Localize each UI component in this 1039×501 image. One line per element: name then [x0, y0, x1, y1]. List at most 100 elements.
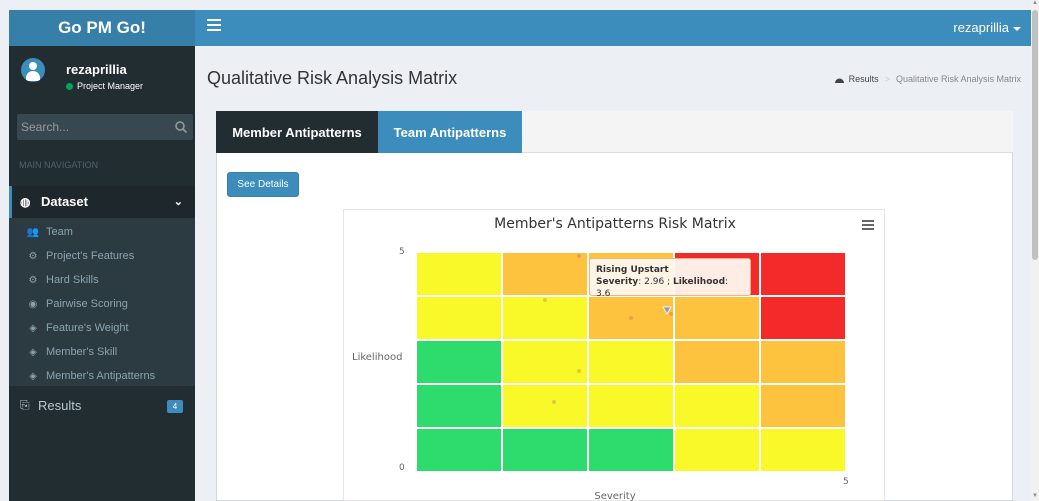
heatmap-cell	[761, 429, 845, 471]
heatmap-cell	[761, 297, 845, 339]
see-details-button[interactable]: See Details	[227, 172, 299, 197]
user-menu-name: rezaprillia	[953, 20, 1009, 35]
tooltip-likelihood-label: Likelihood	[672, 277, 726, 287]
heatmap-cell	[503, 385, 587, 427]
risk-point[interactable]	[629, 316, 633, 320]
heatmap-cell	[417, 253, 501, 295]
tab-member-antipatterns[interactable]: Member Antipatterns	[216, 111, 378, 153]
heatmap-cell	[761, 341, 845, 383]
top-navbar: rezaprillia	[195, 10, 1031, 46]
scroll-thumb[interactable]	[1032, 10, 1038, 260]
chart-context-menu-icon[interactable]	[862, 220, 874, 230]
cube-icon: ◈	[29, 346, 37, 358]
sidebar-item-label: Dataset	[41, 194, 88, 209]
x-axis-label: Severity	[594, 491, 636, 501]
sidebar-item-label: Results	[38, 398, 82, 413]
hovered-point-marker[interactable]	[662, 305, 672, 315]
chevron-down-icon: ⌄	[173, 196, 183, 208]
y-tick-min: 0	[399, 463, 405, 473]
nav-header: MAIN NAVIGATION	[19, 160, 99, 170]
sidebar-item-projects-features[interactable]: ⚙ Project's Features	[9, 244, 195, 268]
heatmap-cell	[761, 253, 845, 295]
heatmap-cell	[503, 297, 587, 339]
user-name: rezaprillia	[66, 62, 127, 77]
caret-down-icon	[1013, 26, 1021, 31]
avatar	[21, 58, 45, 82]
tooltip-severity-label: Severity	[596, 277, 639, 287]
user-panel: rezaprillia Project Manager	[9, 46, 195, 110]
gear-icon: ⚙	[28, 250, 38, 262]
heatmap-cell	[675, 385, 759, 427]
tooltip-title: Rising Upstart	[596, 265, 669, 275]
breadcrumb-current: Qualitative Risk Analysis Matrix	[895, 74, 1021, 84]
sidebar-item-label: Member's Antipatterns	[46, 370, 156, 382]
heatmap-cell	[589, 385, 673, 427]
breadcrumb-separator: >	[884, 74, 890, 84]
gear-icon: ⚙	[28, 274, 38, 286]
heatmap-cell	[675, 429, 759, 471]
tab-bar: Member Antipatterns Team Antipatterns	[216, 111, 1013, 153]
online-status-icon	[66, 82, 73, 90]
sidebar-item-label: Team	[46, 226, 73, 238]
target-icon: ◉	[28, 298, 38, 310]
heatmap-cell	[417, 341, 501, 383]
page-title: Qualitative Risk Analysis Matrix	[207, 68, 458, 88]
risk-point[interactable]	[551, 399, 556, 404]
scroll-down-icon[interactable]: ▼	[1031, 493, 1039, 501]
sidebar-item-dataset[interactable]: ◍ Dataset ⌄	[9, 186, 195, 218]
tooltip-likelihood-value: 3.6	[596, 289, 611, 299]
heatmap-cell	[503, 429, 587, 471]
heatmap-cell	[417, 429, 501, 471]
menu-toggle-icon[interactable]	[207, 19, 221, 35]
sidebar-item-label: Pairwise Scoring	[46, 298, 128, 310]
heatmap-cell	[675, 341, 759, 383]
breadcrumb: Results > Qualitative Risk Analysis Matr…	[834, 74, 1021, 84]
search-icon[interactable]	[174, 120, 188, 134]
tooltip-severity-value: 2.96	[644, 277, 665, 287]
dashboard-icon: ◍	[20, 195, 31, 209]
heatmap-cell	[589, 429, 673, 471]
x-tick-max: 5	[843, 477, 849, 487]
app-logo[interactable]: Go PM Go!	[9, 10, 195, 46]
sidebar-item-hard-skills[interactable]: ⚙ Hard Skills	[9, 268, 195, 292]
sidebar-item-label: Member's Skill	[46, 346, 118, 358]
y-axis-label: Likelihood	[352, 352, 403, 363]
breadcrumb-results-link[interactable]: Results	[849, 74, 879, 84]
dashboard-icon	[834, 78, 844, 83]
sidebar-search	[17, 114, 193, 140]
sidebar-item-members-skill[interactable]: ◈ Member's Skill	[9, 340, 195, 364]
sidebar-item-pairwise-scoring[interactable]: ◉ Pairwise Scoring	[9, 292, 195, 316]
sidebar-item-members-antipatterns[interactable]: ◈ Member's Antipatterns	[9, 364, 195, 388]
heatmap-cell	[417, 297, 501, 339]
user-menu[interactable]: rezaprillia	[953, 20, 1021, 35]
chart-tooltip: Rising Upstart Severity: 2.96 ; Likeliho…	[589, 258, 751, 299]
user-role: Project Manager	[66, 81, 143, 91]
page-scrollbar[interactable]: ▲ ▼	[1031, 0, 1039, 501]
y-tick-max: 5	[399, 247, 405, 257]
results-count-badge: 4	[167, 400, 183, 413]
cube-icon: ◈	[29, 370, 37, 382]
heatmap-cell	[503, 253, 587, 295]
scroll-up-icon[interactable]: ▲	[1031, 0, 1039, 8]
user-role-label: Project Manager	[77, 81, 144, 91]
search-input[interactable]	[17, 114, 167, 140]
sidebar-item-label: Feature's Weight	[46, 322, 129, 334]
heatmap-cell	[675, 297, 759, 339]
risk-matrix-chart: Member's Antipatterns Risk Matrix 5 0 5 …	[343, 209, 885, 501]
sidebar-item-label: Hard Skills	[46, 274, 99, 286]
tab-team-antipatterns[interactable]: Team Antipatterns	[378, 111, 522, 153]
results-icon: ⎘	[20, 398, 30, 412]
heatmap-cell	[761, 385, 845, 427]
dataset-submenu: 👥 Team ⚙ Project's Features ⚙ Hard Skills ◉…	[9, 218, 195, 386]
sidebar-item-results[interactable]: ⎘ Results 4	[9, 392, 195, 420]
users-icon: 👥	[26, 226, 40, 238]
sidebar-item-features-weight[interactable]: ◈ Feature's Weight	[9, 316, 195, 340]
sidebar-item-team[interactable]: 👥 Team	[9, 220, 195, 244]
heatmap-cell	[589, 341, 673, 383]
cube-icon: ◈	[29, 322, 37, 334]
chart-title: Member's Antipatterns Risk Matrix	[494, 216, 736, 232]
heatmap-cell	[417, 385, 501, 427]
heatmap-cell	[503, 341, 587, 383]
sidebar-item-label: Project's Features	[46, 250, 135, 262]
sidebar: rezaprillia Project Manager MAIN NAVIGAT…	[9, 46, 195, 501]
